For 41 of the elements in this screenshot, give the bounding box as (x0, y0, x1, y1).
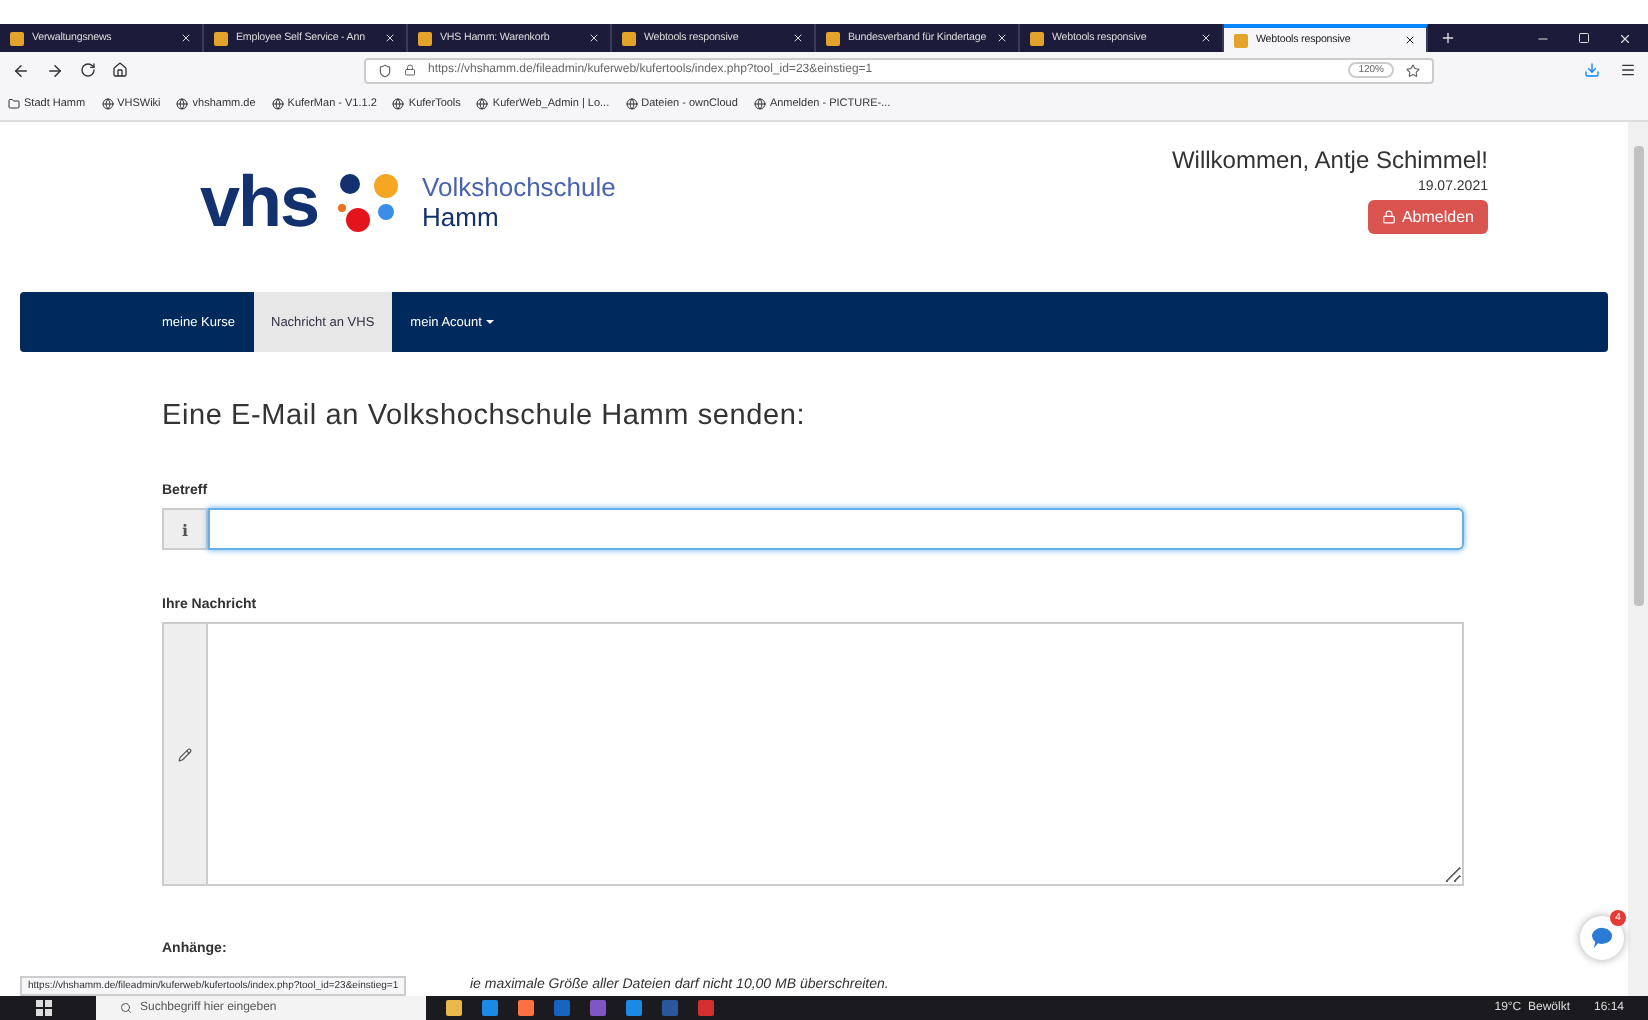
windows-start-icon[interactable] (36, 1000, 52, 1016)
logout-button[interactable]: Abmelden (1367, 200, 1488, 234)
favicon-icon (622, 31, 636, 45)
favicon-icon (826, 31, 840, 45)
globe-icon (101, 98, 114, 110)
maximize-icon[interactable] (1578, 32, 1590, 44)
page-heading: Eine E-Mail an Volkshochschule Hamm senden: (162, 400, 808, 432)
globe-icon (753, 98, 766, 110)
shield-icon (378, 63, 392, 77)
search-icon (120, 1002, 132, 1014)
favicon-icon (1030, 31, 1044, 45)
folder-icon (8, 98, 20, 110)
forward-icon[interactable] (46, 61, 64, 79)
globe-icon (176, 98, 189, 110)
new-tab-icon[interactable] (1440, 30, 1456, 46)
star-icon[interactable] (1406, 63, 1420, 77)
favicon-icon (214, 31, 228, 45)
globe-icon (392, 98, 405, 110)
subject-input[interactable] (208, 508, 1464, 550)
lock-icon (1381, 210, 1396, 224)
globe-icon (625, 98, 638, 110)
school-name: Volkshochschule (422, 172, 616, 202)
scrollbar-thumb[interactable] (1633, 146, 1643, 606)
favicon-icon (1234, 33, 1248, 47)
lock-icon (404, 64, 416, 76)
back-icon[interactable] (12, 61, 30, 79)
globe-icon (476, 98, 489, 110)
globe-icon (271, 98, 284, 110)
brand-logo: vhs (200, 160, 319, 244)
reload-icon[interactable] (80, 62, 96, 78)
pencil-icon (178, 747, 192, 761)
home-icon[interactable] (112, 62, 128, 78)
favicon-icon (418, 31, 432, 45)
menu-icon[interactable] (1620, 62, 1636, 78)
info-addon: i (162, 508, 208, 550)
download-icon[interactable] (1584, 62, 1600, 78)
favicon-icon (10, 31, 24, 45)
welcome-text: Willkommen, Antje Schimmel! (1171, 146, 1488, 174)
chat-icon (1590, 926, 1614, 950)
close-icon[interactable] (1404, 34, 1416, 46)
city-name: Hamm (422, 202, 501, 232)
